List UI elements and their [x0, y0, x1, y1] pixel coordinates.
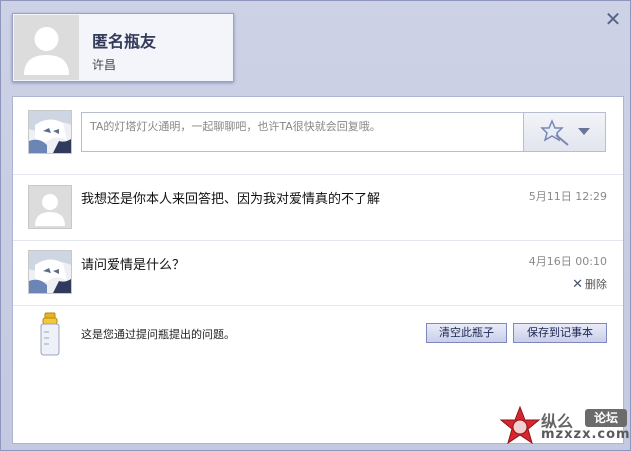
divider — [13, 240, 623, 241]
profile-name: 匿名瓶友 — [92, 32, 157, 51]
save-to-notebook-button[interactable]: 保存到记事本 — [513, 323, 607, 343]
message-time: 4月16日 00:10 — [528, 255, 607, 268]
delete-x-icon: ✕ — [572, 277, 583, 292]
conversation-panel: TA的灯塔灯火通明，一起聊聊吧，也许TA很快就会回复哦。 我想还是你本人来回答把… — [12, 96, 624, 444]
forum-watermark-logo: 纵么 论坛 mzxzx.com — [499, 405, 631, 449]
chevron-down-icon — [578, 128, 590, 135]
divider — [13, 174, 623, 175]
message-avatar — [28, 250, 72, 294]
red-star-logo-icon — [499, 405, 541, 445]
footer-note: 这是您通过提问瓶提出的问题。 — [81, 328, 235, 341]
divider — [13, 305, 623, 306]
anime-avatar-icon — [29, 111, 71, 153]
profile-location: 许昌 — [92, 58, 117, 72]
message-text: 请问爱情是什么？ — [81, 258, 186, 273]
star-wand-icon — [540, 119, 590, 146]
anime-avatar-icon — [29, 251, 71, 293]
close-icon[interactable]: ✕ — [603, 9, 623, 29]
message-time: 5月11日 12:29 — [528, 190, 607, 203]
profile-card[interactable]: 匿名瓶友 许昌 — [12, 13, 234, 82]
watermark-badge: 论坛 — [585, 409, 627, 427]
message-avatar — [28, 185, 72, 229]
bottle-dialog-window: 匿名瓶友 许昌 ✕ TA的灯塔灯火通明，一起聊聊吧，也许TA很快就会回复哦。 我… — [0, 0, 631, 451]
watermark-url: mzxzx.com — [541, 427, 631, 442]
emote-dropdown-button[interactable] — [524, 112, 606, 152]
delete-button[interactable]: ✕ 删除 — [572, 276, 607, 292]
delete-label: 删除 — [585, 278, 607, 291]
clear-bottle-button[interactable]: 清空此瓶子 — [426, 323, 507, 343]
bottle-icon — [35, 312, 65, 356]
message-text: 我想还是你本人来回答把、因为我对爱情真的不了解 — [81, 192, 381, 207]
profile-avatar — [14, 15, 79, 80]
default-user-icon — [29, 186, 71, 228]
message-input[interactable]: TA的灯塔灯火通明，一起聊聊吧，也许TA很快就会回复哦。 — [81, 112, 524, 152]
my-avatar — [28, 110, 72, 154]
default-user-icon — [14, 15, 79, 80]
